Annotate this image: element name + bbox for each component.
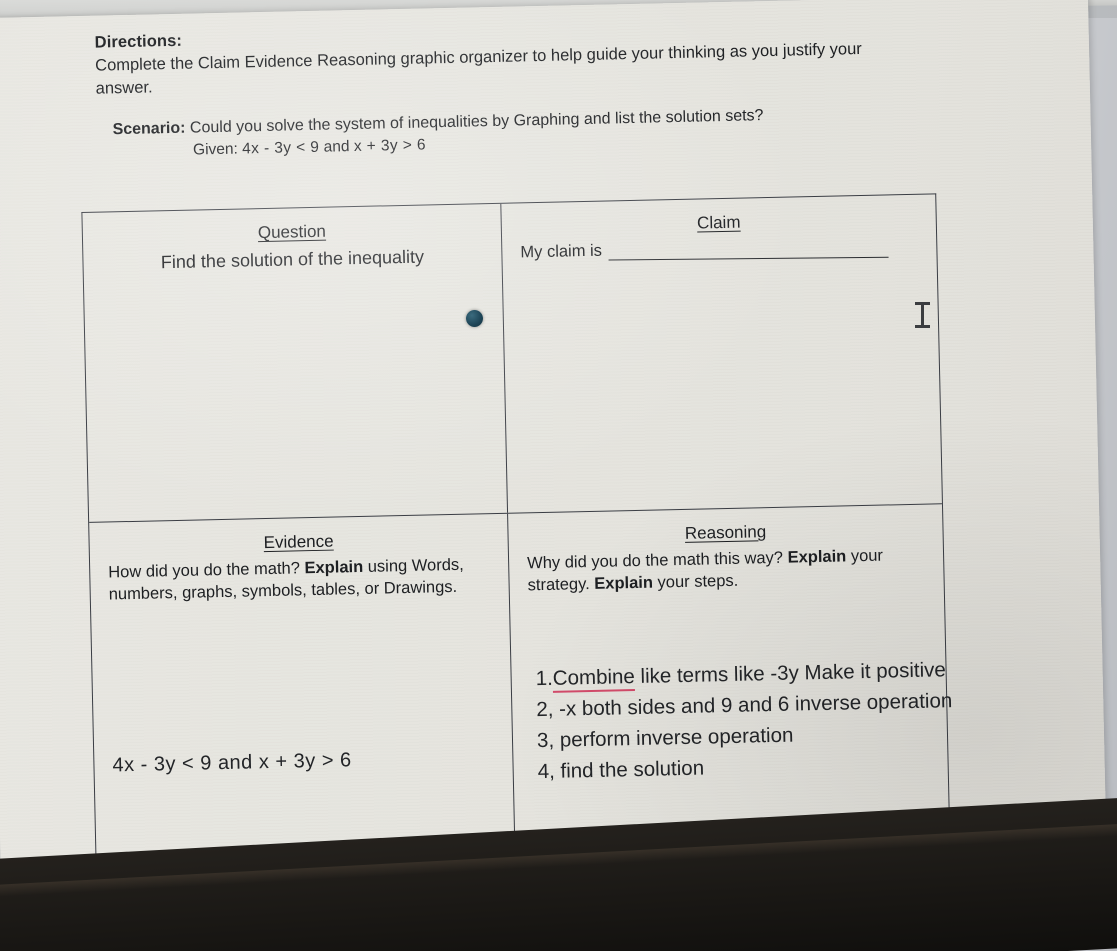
spellcheck-flagged-word: Combine [552, 665, 636, 693]
screen-photo: Directions: Complete the Claim Evidence … [0, 0, 1117, 951]
given-conjunction: and [323, 137, 350, 156]
evidence-prompt-part-1: How did you do the math? [108, 559, 305, 582]
claim-answer-row[interactable]: My claim is [520, 235, 918, 263]
organizer-row-top: Question Find the solution of the inequa… [82, 194, 942, 523]
i-beam-cursor [915, 300, 930, 330]
reasoning-line-text: 4, find the solution [537, 757, 705, 784]
document-body: Directions: Complete the Claim Evidence … [94, 13, 1037, 161]
reasoning-prompt-part-1: Why did you do the math this way? [526, 548, 788, 573]
reasoning-line-text: 2, -x both sides and 9 and 6 inverse ope… [536, 689, 953, 722]
cer-organizer-table: Question Find the solution of the inequa… [81, 193, 952, 903]
question-cell[interactable]: Question Find the solution of the inequa… [82, 203, 509, 522]
claim-cell[interactable]: Claim My claim is [501, 194, 942, 512]
reasoning-line-text: like terms like -3y Make it positive [634, 658, 947, 689]
document-page: Directions: Complete the Claim Evidence … [0, 0, 1108, 938]
reasoning-title: Reasoning [684, 522, 767, 543]
evidence-prompt-bold-1: Explain [304, 557, 364, 578]
given-expression-1: 4x - 3y < 9 [241, 138, 320, 158]
reasoning-answer[interactable]: 1.Combine like terms like -3y Make it po… [535, 653, 1008, 788]
claim-answer-blank[interactable] [608, 240, 889, 261]
reasoning-prompt: Why did you do the math this way? Explai… [527, 545, 926, 598]
scenario-block: Scenario: Could you solve the system of … [112, 101, 1037, 161]
reasoning-line-number: 1. [535, 666, 554, 691]
touch-point-indicator [466, 310, 483, 327]
claim-title: Claim [696, 212, 741, 233]
question-title: Question [257, 221, 327, 243]
reasoning-prompt-part-3: your steps. [652, 571, 739, 592]
question-prompt: Find the solution of the inequality [160, 246, 425, 273]
evidence-prompt: How did you do the math? Explain using W… [108, 554, 491, 606]
reasoning-line-text: 3, perform inverse operation [536, 723, 794, 753]
scenario-label: Scenario: [112, 119, 186, 139]
reasoning-prompt-bold-1: Explain [787, 547, 847, 567]
given-expression-2: x + 3y > 6 [353, 136, 427, 155]
reasoning-prompt-bold-2: Explain [594, 573, 654, 593]
evidence-answer[interactable]: 4x - 3y < 9 and x + 3y > 6 [112, 749, 352, 777]
document-page-wrapper: Directions: Complete the Claim Evidence … [0, 0, 1112, 938]
evidence-title: Evidence [263, 531, 334, 553]
given-label: Given: [192, 140, 239, 159]
claim-prompt: My claim is [520, 241, 603, 262]
